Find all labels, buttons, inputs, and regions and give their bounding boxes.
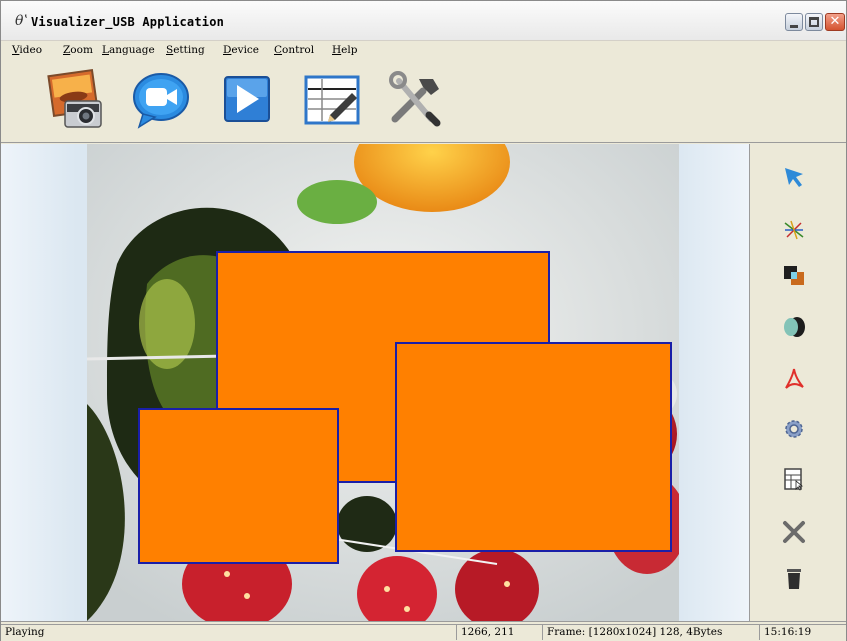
app-window: θʽ Visualizer_USB Application ✕ Video Zo… bbox=[0, 0, 847, 641]
minimize-button[interactable] bbox=[785, 13, 803, 31]
capture-photo-button[interactable] bbox=[45, 69, 109, 131]
drawing-tools-panel bbox=[751, 144, 846, 621]
edit-sheet-icon bbox=[304, 75, 360, 125]
select-tool-button[interactable] bbox=[781, 164, 807, 190]
layers-tool-button[interactable] bbox=[781, 263, 807, 289]
status-bar: Playing 1266, 211 Frame: [1280x1024] 128… bbox=[1, 621, 846, 641]
play-icon bbox=[224, 76, 270, 122]
minimize-icon bbox=[790, 25, 798, 28]
maximize-icon bbox=[809, 17, 819, 27]
status-cursor-coords: 1266, 211 bbox=[456, 624, 542, 640]
annotate-button[interactable] bbox=[300, 69, 364, 131]
video-record-icon bbox=[133, 73, 189, 129]
pdf-export-button[interactable] bbox=[781, 366, 807, 392]
pen-lines-icon bbox=[784, 220, 804, 240]
gear-icon bbox=[785, 420, 803, 438]
camera-photo-icon bbox=[47, 69, 102, 128]
title-bar[interactable]: θʽ Visualizer_USB Application ✕ bbox=[1, 1, 846, 41]
clear-all-button[interactable] bbox=[781, 566, 807, 592]
close-x-icon bbox=[783, 521, 805, 543]
close-icon: ✕ bbox=[829, 14, 841, 29]
mask-icon bbox=[784, 317, 805, 337]
close-button[interactable]: ✕ bbox=[825, 13, 845, 31]
overlay-rectangle-3[interactable] bbox=[395, 342, 672, 552]
maximize-button[interactable] bbox=[805, 13, 823, 31]
menu-setting[interactable]: Setting bbox=[166, 44, 205, 56]
table-icon bbox=[784, 468, 804, 491]
menu-zoom[interactable]: Zoom bbox=[63, 44, 93, 56]
settings-tools-icon bbox=[389, 71, 441, 127]
settings-button[interactable] bbox=[383, 69, 447, 131]
video-preview-area[interactable] bbox=[1, 144, 750, 621]
gear-tool-button[interactable] bbox=[781, 416, 807, 442]
overlay-rectangle-2[interactable] bbox=[138, 408, 339, 564]
record-video-button[interactable] bbox=[129, 69, 193, 131]
mask-tool-button[interactable] bbox=[781, 314, 807, 340]
pointer-arrow-icon bbox=[785, 168, 803, 187]
pen-tool-button[interactable] bbox=[781, 217, 807, 243]
layers-icon bbox=[784, 266, 804, 285]
menu-language[interactable]: Language bbox=[102, 44, 155, 56]
pdf-icon bbox=[785, 368, 804, 389]
toolbar bbox=[1, 61, 846, 143]
menu-bar: Video Zoom Language Setting Device Contr… bbox=[1, 41, 846, 61]
delete-shape-button[interactable] bbox=[781, 519, 807, 545]
trash-icon bbox=[787, 569, 801, 589]
status-state: Playing bbox=[1, 624, 456, 640]
status-frame-info: Frame: [1280x1024] 128, 4Bytes bbox=[542, 624, 759, 640]
menu-help[interactable]: Help bbox=[332, 44, 357, 56]
table-tool-button[interactable] bbox=[781, 466, 807, 492]
window-title: Visualizer_USB Application bbox=[31, 15, 225, 29]
menu-control[interactable]: Control bbox=[274, 44, 314, 56]
play-button[interactable] bbox=[215, 69, 279, 131]
menu-device[interactable]: Device bbox=[223, 44, 259, 56]
status-clock: 15:16:19 bbox=[759, 624, 846, 640]
menu-video[interactable]: Video bbox=[12, 44, 42, 56]
app-icon: θʽ bbox=[15, 13, 28, 29]
